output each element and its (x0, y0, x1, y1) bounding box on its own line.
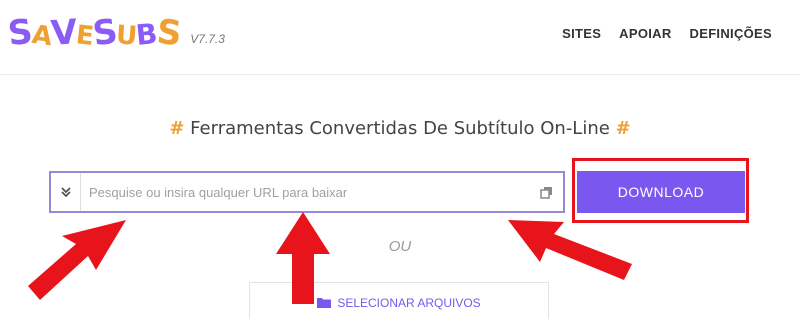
search-bar (49, 171, 565, 213)
logo-letter: V (49, 12, 78, 54)
nav-definicoes[interactable]: DEFINIÇÕES (690, 26, 772, 41)
annotation-arrow-right (508, 220, 632, 280)
nav-sites[interactable]: SITES (562, 26, 601, 41)
hash-icon: # (169, 118, 185, 139)
select-files-label: SELECIONAR ARQUIVOS (337, 295, 481, 310)
top-nav: SITES APOIAR DEFINIÇÕES (562, 26, 772, 41)
logo-letter: S (5, 11, 34, 55)
download-button[interactable]: DOWNLOAD (577, 171, 745, 213)
logo-wordmark: SAVESUBS (5, 11, 183, 55)
page-title-text: Ferramentas Convertidas De Subtítulo On-… (190, 118, 610, 139)
header: SAVESUBS V7.7.3 SITES APOIAR DEFINIÇÕES (0, 0, 800, 75)
page: SAVESUBS V7.7.3 SITES APOIAR DEFINIÇÕES … (0, 0, 800, 319)
logo[interactable]: SAVESUBS V7.7.3 (5, 11, 225, 55)
nav-apoiar[interactable]: APOIAR (619, 26, 671, 41)
logo-letter: U (115, 20, 138, 52)
paste-icon[interactable] (529, 173, 563, 211)
version-label: V7.7.3 (190, 32, 225, 46)
hash-icon: # (615, 118, 631, 139)
annotation-arrow-left (28, 220, 126, 300)
url-search-input[interactable] (81, 173, 529, 211)
annotation-arrow-up (276, 212, 330, 304)
page-title: # Ferramentas Convertidas De Subtítulo O… (0, 118, 800, 139)
logo-letter: A (29, 19, 53, 53)
logo-letter: S (154, 11, 183, 55)
chevrons-down-icon[interactable] (51, 173, 81, 211)
